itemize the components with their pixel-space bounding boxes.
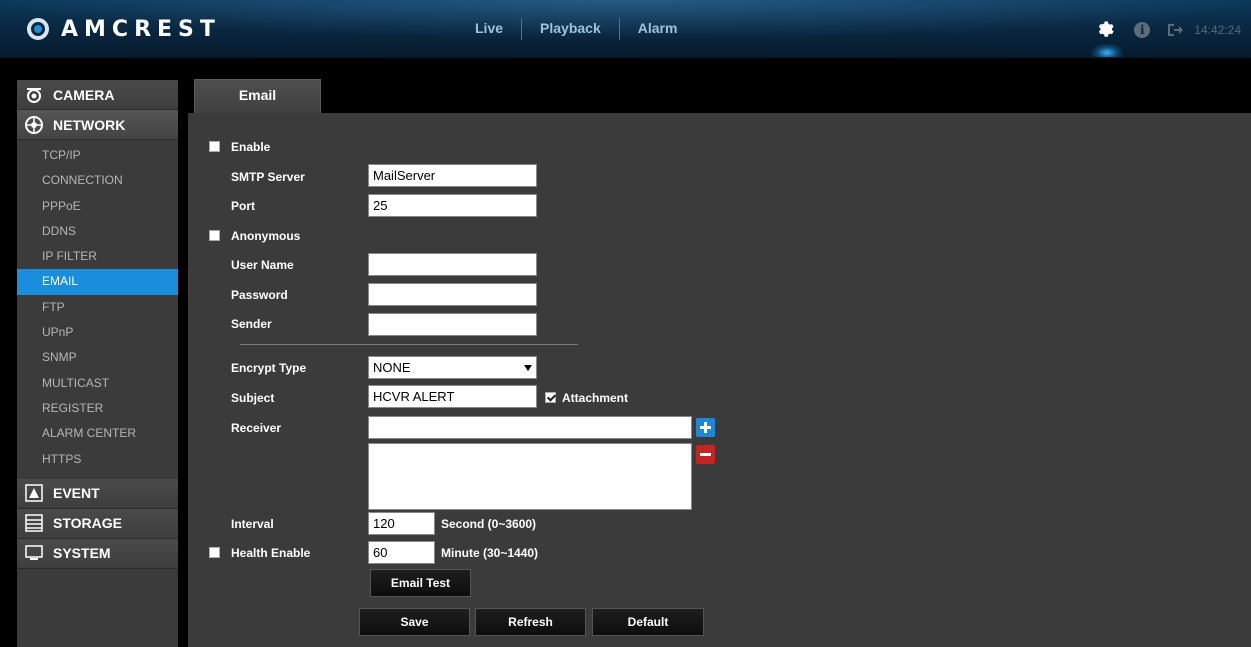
network-icon <box>25 115 43 134</box>
form-divider <box>240 344 578 345</box>
health-enable-checkbox[interactable] <box>209 547 220 558</box>
brand-name: AMCREST <box>61 16 221 42</box>
header-actions: i 14:42:24 <box>1090 18 1241 57</box>
health-enable-label: Health Enable <box>231 546 311 560</box>
nav-live[interactable]: Live <box>475 18 523 40</box>
sidebar-item-tcpip[interactable]: TCP/IP <box>17 143 178 168</box>
default-button[interactable]: Default <box>592 608 704 636</box>
logo-icon <box>27 18 49 40</box>
sidebar-system[interactable]: SYSTEM <box>17 538 178 569</box>
encrypt-type-value: NONE <box>373 360 411 375</box>
interval-label: Interval <box>231 517 274 531</box>
email-settings-panel: Enable SMTP Server Port Anonymous User N… <box>188 113 1251 647</box>
sidebar-network[interactable]: NETWORK <box>17 110 178 140</box>
attachment-label: Attachment <box>562 391 629 405</box>
health-interval-input[interactable] <box>368 541 435 564</box>
sidebar-item-snmp[interactable]: SNMP <box>17 345 178 370</box>
password-input[interactable] <box>368 283 537 306</box>
amcrest-logo: AMCREST <box>27 16 221 42</box>
chevron-down-icon <box>524 365 532 371</box>
port-label: Port <box>231 199 255 213</box>
camera-icon <box>27 87 41 103</box>
username-label: User Name <box>231 258 294 272</box>
top-bar: AMCREST Live Playback Alarm i 14:42:24 <box>0 0 1251 58</box>
nav-alarm[interactable]: Alarm <box>620 18 696 40</box>
sidebar-item-email[interactable]: EMAIL <box>17 269 178 295</box>
sidebar-item-upnp[interactable]: UPnP <box>17 320 178 345</box>
username-input[interactable] <box>368 253 537 276</box>
info-icon[interactable]: i <box>1134 22 1151 38</box>
system-icon <box>25 545 43 561</box>
enable-label: Enable <box>231 140 271 154</box>
active-indicator <box>1090 43 1125 57</box>
sidebar-item-multicast[interactable]: MULTICAST <box>17 371 178 396</box>
sidebar-network-label: NETWORK <box>53 116 126 133</box>
health-interval-unit: Minute (30~1440) <box>441 546 539 560</box>
sidebar-camera-label: CAMERA <box>53 86 115 103</box>
receiver-input[interactable] <box>368 416 692 439</box>
save-button[interactable]: Save <box>359 608 470 636</box>
network-submenu: TCP/IP CONNECTION PPPoE DDNS IP FILTER E… <box>17 140 178 479</box>
remove-receiver-button[interactable] <box>696 445 715 464</box>
receiver-label: Receiver <box>231 421 282 435</box>
sidebar-camera[interactable]: CAMERA <box>17 80 178 110</box>
tab-email[interactable]: Email <box>194 79 321 113</box>
interval-input[interactable] <box>368 512 435 535</box>
sidebar-item-ftp[interactable]: FTP <box>17 295 178 320</box>
sidebar-system-label: SYSTEM <box>53 545 111 562</box>
sidebar-item-https[interactable]: HTTPS <box>17 447 178 472</box>
receiver-list[interactable] <box>368 443 692 510</box>
password-label: Password <box>231 288 288 302</box>
clock: 14:42:24 <box>1194 23 1241 37</box>
email-test-button[interactable]: Email Test <box>370 569 471 597</box>
anonymous-label: Anonymous <box>231 229 301 243</box>
port-input[interactable] <box>368 194 537 217</box>
add-receiver-button[interactable] <box>696 418 715 437</box>
encrypt-type-select[interactable]: NONE <box>368 356 537 379</box>
logout-icon[interactable] <box>1166 22 1184 38</box>
sidebar-storage-label: STORAGE <box>53 515 122 532</box>
sidebar-event[interactable]: EVENT <box>17 478 178 509</box>
sender-input[interactable] <box>368 313 537 336</box>
sidebar-item-ip-filter[interactable]: IP FILTER <box>17 244 178 269</box>
event-icon <box>25 484 43 503</box>
sidebar: CAMERA NETWORK TCP/IP CONNECTION PPPoE D… <box>17 80 178 647</box>
refresh-button[interactable]: Refresh <box>475 608 586 636</box>
sidebar-item-alarm-center[interactable]: ALARM CENTER <box>17 421 178 446</box>
sidebar-item-pppoe[interactable]: PPPoE <box>17 194 178 219</box>
sidebar-event-label: EVENT <box>53 485 100 502</box>
main-nav: Live Playback Alarm <box>475 18 695 40</box>
sidebar-storage[interactable]: STORAGE <box>17 508 178 539</box>
nav-playback[interactable]: Playback <box>522 18 620 40</box>
sidebar-item-connection[interactable]: CONNECTION <box>17 168 178 193</box>
enable-checkbox[interactable] <box>209 141 220 152</box>
anonymous-checkbox[interactable] <box>209 230 220 241</box>
encrypt-type-label: Encrypt Type <box>231 361 307 375</box>
app-root: AMCREST Live Playback Alarm i 14:42:24 C… <box>0 0 1251 647</box>
gear-icon[interactable] <box>1090 19 1125 57</box>
subject-label: Subject <box>231 391 275 405</box>
sidebar-item-ddns[interactable]: DDNS <box>17 219 178 244</box>
sender-label: Sender <box>231 317 272 331</box>
sidebar-item-register[interactable]: REGISTER <box>17 396 178 421</box>
subject-input[interactable] <box>368 385 537 408</box>
interval-unit: Second (0~3600) <box>441 517 537 531</box>
smtp-server-input[interactable] <box>368 164 537 187</box>
storage-icon <box>25 514 43 533</box>
attachment-checkbox[interactable] <box>545 392 556 403</box>
smtp-server-label: SMTP Server <box>231 170 305 184</box>
